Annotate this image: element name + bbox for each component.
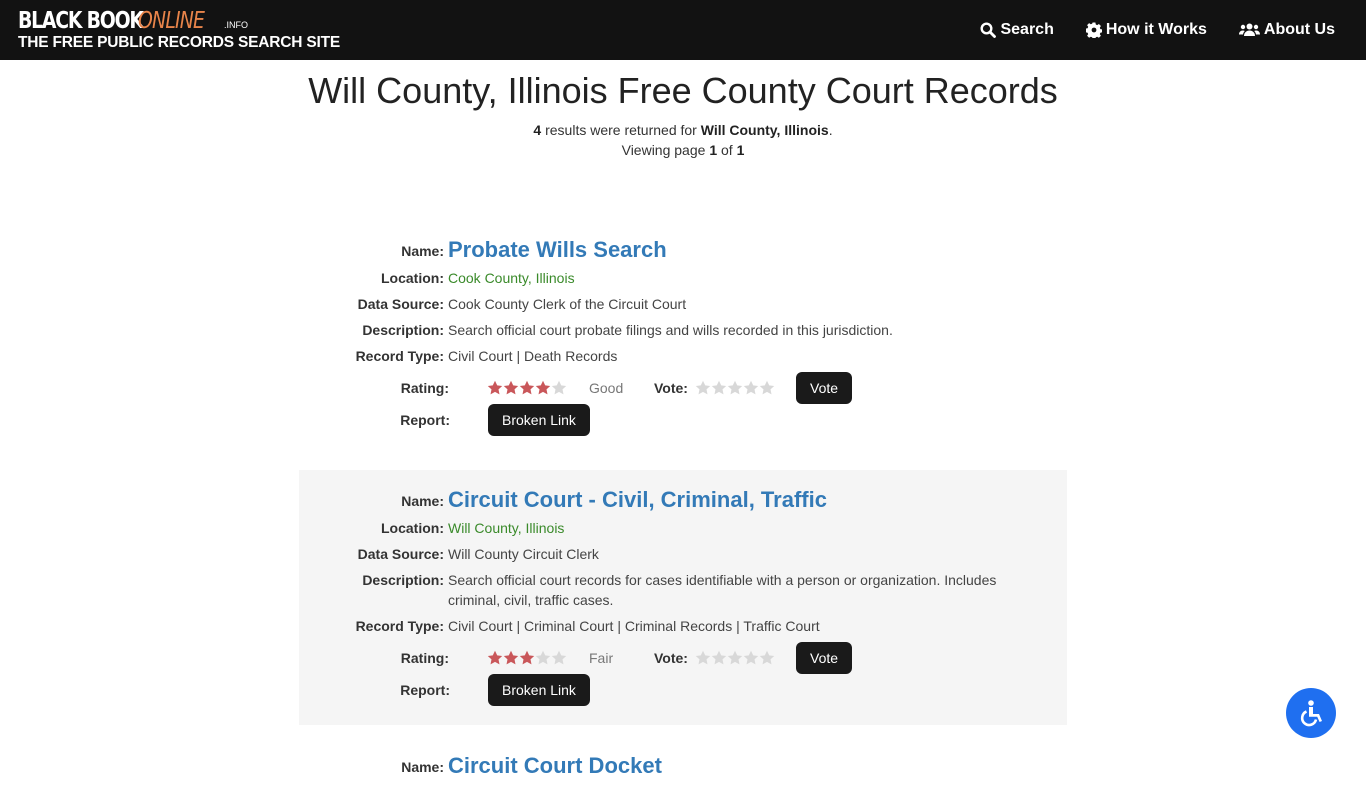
result-location[interactable]: Will County, Illinois [448, 518, 1008, 538]
total-pages: 1 [736, 142, 745, 158]
vote-button[interactable]: Vote [796, 372, 853, 404]
star-filled-icon [519, 650, 535, 665]
accessibility-button[interactable] [1286, 688, 1336, 738]
nav-about-us-label: About Us [1263, 21, 1335, 38]
result-name-link[interactable]: Circuit Court - Civil, Criminal, Traffic [448, 486, 827, 514]
name-label: Name: [401, 493, 444, 509]
site-logo[interactable]: BLACK BOOK ONLINE .INFO THE FREE PUBLIC … [18, 8, 340, 52]
users-icon [1238, 23, 1260, 36]
main-nav: Search How it Works About Us [980, 0, 1335, 60]
results-count-line: 4 results were returned for Will County,… [533, 122, 833, 138]
vote-label: Vote: [654, 650, 688, 666]
description-label: Description: [362, 322, 444, 338]
results-query: Will County, Illinois [700, 122, 829, 138]
vote-star-icon[interactable] [727, 650, 743, 666]
pagination-info: Viewing page 1 of 1 [621, 142, 745, 158]
vote-star-icon[interactable] [695, 650, 711, 666]
vote-star-icon[interactable] [711, 380, 727, 396]
vote-star-icon[interactable] [695, 380, 711, 396]
star-empty-icon [551, 650, 567, 665]
data-source-label: Data Source: [357, 546, 444, 562]
nav-how-it-works-label: How it Works [1105, 21, 1207, 38]
vote-label: Vote: [654, 380, 688, 396]
location-label: Location: [381, 270, 444, 286]
result-description: Search official court records for cases … [448, 572, 997, 608]
nav-search[interactable]: Search [980, 21, 1054, 39]
logo-accent-text: ONLINE [138, 8, 205, 34]
result-record-type: Civil Court | Death Records [448, 348, 618, 364]
page-title: Will County, Illinois Free County Court … [308, 70, 1058, 111]
result-name-link[interactable]: Circuit Court Docket [448, 752, 662, 780]
search-icon [980, 22, 997, 38]
star-empty-icon [551, 380, 567, 395]
result-item: Name: Probate Wills Search Location: Coo… [299, 236, 1067, 456]
result-item: Name: Circuit Court - Civil, Criminal, T… [299, 470, 1067, 725]
wheelchair-icon [1300, 700, 1322, 727]
vote-star-icon[interactable] [711, 650, 727, 666]
vote-star-icon[interactable] [743, 380, 759, 396]
star-filled-icon [503, 650, 519, 665]
vote-star-icon[interactable] [727, 380, 743, 396]
name-label: Name: [401, 243, 444, 259]
vote-star-icon[interactable] [759, 650, 775, 666]
result-name-link[interactable]: Probate Wills Search [448, 236, 667, 264]
result-record-type: Civil Court | Criminal Court | Criminal … [448, 618, 820, 634]
rating-label: Rating: [400, 380, 449, 396]
logo-suffix-text: .INFO [224, 20, 248, 30]
result-location[interactable]: Cook County, Illinois [448, 268, 1008, 288]
rating-label: Rating: [400, 650, 449, 666]
rating-word: Good [589, 380, 624, 396]
rating-word: Fair [589, 650, 614, 666]
star-filled-icon [503, 380, 519, 395]
vote-star-icon[interactable] [759, 380, 775, 396]
results-summary: 4 results were returned for Will County,… [0, 120, 1366, 160]
star-filled-icon [487, 380, 503, 395]
vote-stars[interactable] [695, 380, 775, 396]
star-filled-icon [535, 380, 551, 395]
record-type-label: Record Type: [355, 348, 444, 364]
broken-link-button[interactable]: Broken Link [488, 404, 590, 436]
current-page: 1 [709, 142, 718, 158]
vote-button[interactable]: Vote [796, 642, 853, 674]
rating-stars [487, 650, 567, 666]
vote-stars[interactable] [695, 650, 775, 666]
result-data-source: Cook County Clerk of the Circuit Court [448, 296, 687, 312]
report-label: Report: [400, 682, 450, 698]
result-description: Search official court probate filings an… [448, 322, 893, 338]
vote-star-icon[interactable] [743, 650, 759, 666]
data-source-label: Data Source: [357, 296, 444, 312]
result-item: Name: Circuit Court Docket [299, 752, 1067, 792]
gear-icon [1085, 22, 1102, 38]
rating-stars [487, 380, 567, 396]
star-empty-icon [535, 650, 551, 665]
broken-link-button[interactable]: Broken Link [488, 674, 590, 706]
description-label: Description: [362, 572, 444, 588]
result-data-source: Will County Circuit Clerk [448, 546, 599, 562]
nav-search-label: Search [1000, 21, 1054, 38]
logo-main-text: BLACK BOOK [18, 8, 144, 34]
logo-tagline: THE FREE PUBLIC RECORDS SEARCH SITE [18, 34, 340, 51]
top-navbar: BLACK BOOK ONLINE .INFO THE FREE PUBLIC … [0, 0, 1366, 60]
nav-how-it-works[interactable]: How it Works [1085, 21, 1207, 39]
star-filled-icon [487, 650, 503, 665]
nav-about-us[interactable]: About Us [1238, 21, 1335, 39]
location-label: Location: [381, 520, 444, 536]
report-label: Report: [400, 412, 450, 428]
name-label: Name: [401, 759, 444, 775]
star-filled-icon [519, 380, 535, 395]
record-type-label: Record Type: [355, 618, 444, 634]
